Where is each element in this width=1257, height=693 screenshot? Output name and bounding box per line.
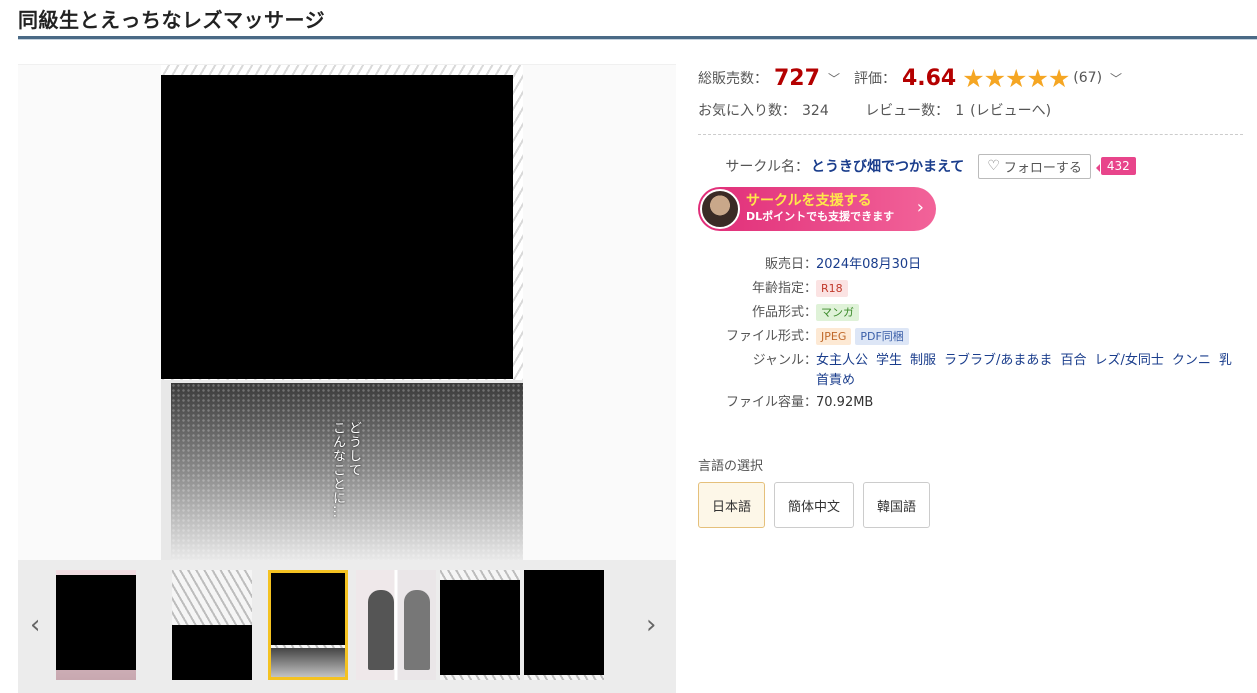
favorites-label: お気に入り数：	[698, 103, 796, 119]
favorites-count: 324	[802, 103, 829, 119]
language-button-japanese[interactable]: 日本語	[698, 482, 766, 528]
age-rating-tag: R18	[816, 280, 848, 297]
reviews-link[interactable]: (レビューへ)	[970, 103, 1051, 119]
circle-row: サークル名： とうきび畑でつかまえて ♡ フォローする 432	[698, 153, 1243, 179]
heart-icon: ♡	[987, 158, 1000, 174]
file-size-row: ファイル容量： 70.92MB	[698, 391, 1243, 415]
rating-count: (67)	[1073, 70, 1103, 86]
genre-link[interactable]: 女主人公	[816, 353, 868, 368]
star-rating-icon: ★★★★★	[962, 63, 1070, 93]
genre-link[interactable]: ラブラブ/あまあま	[944, 353, 1052, 368]
circle-name-link[interactable]: とうきび畑でつかまえて	[811, 156, 964, 176]
product-info: 総販売数： 727 ﹀ 評価： 4.64 ★★★★★ (67) ﹀ お気に入り数…	[698, 60, 1243, 528]
thumbnail-active[interactable]	[268, 570, 348, 680]
sales-rating-row: 総販売数： 727 ﹀ 評価： 4.64 ★★★★★ (67) ﹀	[698, 60, 1243, 96]
avatar	[700, 189, 740, 229]
support-sub-label: DLポイントでも支援できます	[746, 210, 895, 223]
filetype-tag[interactable]: PDF同梱	[855, 328, 909, 345]
chevron-left-icon[interactable]: ‹	[30, 610, 40, 640]
thumbnail[interactable]	[440, 570, 520, 680]
genre-link[interactable]: 学生	[876, 353, 902, 368]
language-button-korean[interactable]: 韓国語	[863, 482, 931, 528]
sales-count: 727	[774, 65, 820, 91]
chevron-down-icon[interactable]: ﹀	[828, 70, 840, 87]
filetype-label: ファイル形式	[725, 329, 804, 344]
thumbnail-strip: ‹ ›	[18, 560, 676, 693]
chevron-down-icon[interactable]: ﹀	[1110, 70, 1122, 87]
censored-area	[161, 75, 513, 379]
follower-count-badge: 432	[1095, 157, 1136, 175]
genre-label: ジャンル	[752, 353, 804, 368]
support-main-label: サークルを支援する	[746, 193, 872, 209]
size-label: ファイル容量	[725, 395, 804, 410]
rating-value: 4.64	[901, 65, 957, 91]
follow-button[interactable]: ♡ フォローする	[978, 153, 1091, 179]
reviews-label: レビュー数：	[865, 103, 950, 119]
genre-link[interactable]: クンニ	[1172, 353, 1211, 368]
size-value: 70.92MB	[816, 395, 874, 410]
genre-row: ジャンル： 女主人公 学生 制服 ラブラブ/あまあま 百合 レズ/女同士 クンニ 乳首責め	[698, 349, 1243, 391]
thumbnail[interactable]	[356, 570, 436, 680]
support-circle-button[interactable]: サークルを支援する DLポイントでも支援できます ›	[698, 187, 936, 231]
censored-area	[524, 570, 604, 675]
rating-label: 評価：	[853, 71, 896, 87]
work-details: 販売日： 2024年08月30日 年齢指定： R18 作品形式： マンガ ファイ…	[698, 253, 1243, 415]
genre-link[interactable]: 百合	[1060, 353, 1086, 368]
favorites-row: お気に入り数： 324 レビュー数： 1 (レビューへ)	[698, 100, 1243, 120]
censored-area	[271, 573, 345, 645]
work-format-row: 作品形式： マンガ	[698, 301, 1243, 325]
release-date-row: 販売日： 2024年08月30日	[698, 253, 1243, 277]
genre-link[interactable]: 制服	[910, 353, 936, 368]
title-divider-light	[18, 39, 1257, 40]
thumbnail[interactable]	[56, 570, 136, 680]
release-value[interactable]: 2024年08月30日	[816, 253, 921, 277]
page-title: 同級生とえっちなレズマッサージ	[18, 8, 326, 32]
format-label: 作品形式	[751, 305, 804, 320]
circle-label: サークル名：	[725, 159, 809, 175]
censored-area	[56, 575, 136, 670]
divider	[698, 134, 1243, 135]
follow-label: フォローする	[1003, 160, 1082, 176]
thumbnail[interactable]	[524, 570, 604, 680]
language-options: 日本語 簡体中文 韓国語	[698, 482, 1243, 528]
format-tag[interactable]: マンガ	[816, 304, 859, 321]
censored-area	[440, 580, 520, 675]
release-label: 販売日	[764, 257, 804, 272]
censored-area	[172, 625, 252, 680]
genre-link[interactable]: レズ/女同士	[1094, 353, 1163, 368]
language-button-chinese[interactable]: 簡体中文	[774, 482, 855, 528]
reviews-count: 1	[955, 103, 965, 119]
thumbnail-panel	[271, 648, 345, 677]
age-label: 年齢指定	[751, 281, 804, 296]
age-rating-row: 年齢指定： R18	[698, 277, 1243, 301]
chevron-right-icon: ›	[916, 197, 924, 218]
filetype-tag[interactable]: JPEG	[816, 328, 852, 345]
main-preview-image[interactable]: どうして こんなことに…	[161, 65, 523, 560]
genre-list: 女主人公 学生 制服 ラブラブ/あまあま 百合 レズ/女同士 クンニ 乳首責め	[816, 351, 1243, 391]
file-format-row: ファイル形式： JPEG PDF同梱	[698, 325, 1243, 349]
language-section-title: 言語の選択	[698, 459, 764, 474]
manga-caption: どうして こんなことに…	[330, 421, 361, 519]
sales-label: 総販売数：	[698, 71, 768, 87]
image-gallery: どうして こんなことに… ‹ ›	[18, 64, 676, 693]
chevron-right-icon[interactable]: ›	[646, 610, 656, 640]
thumbnail[interactable]	[172, 570, 252, 680]
